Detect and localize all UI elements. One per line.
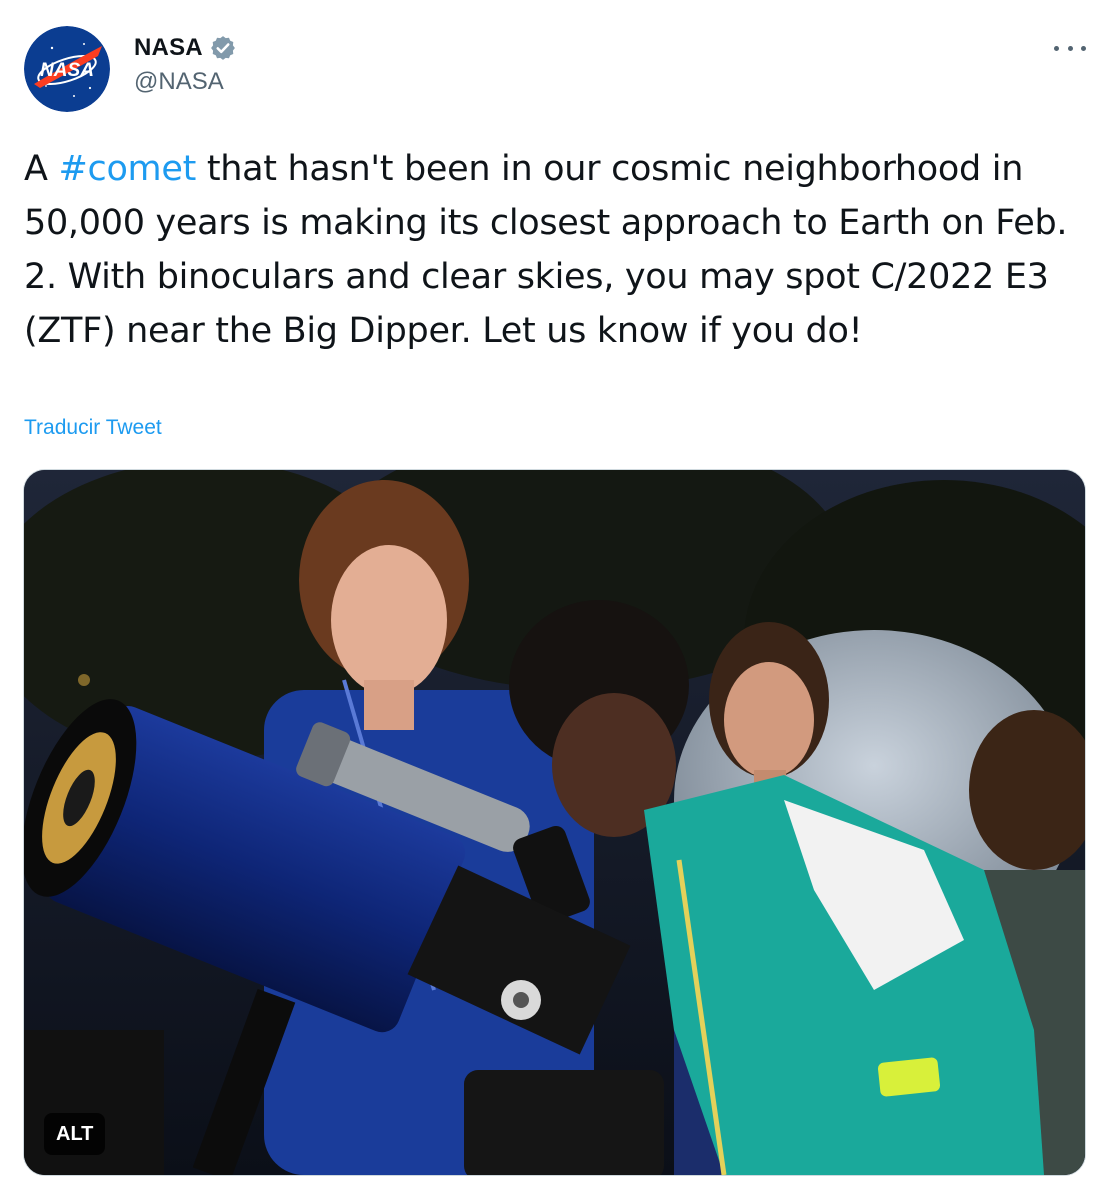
tweet-text-start: A	[24, 149, 59, 189]
verified-badge-icon	[210, 36, 235, 60]
display-name[interactable]: NASA	[134, 34, 203, 62]
nasa-logo-icon: NASA	[24, 26, 110, 112]
tweet-text: A #comet that hasn't been in our cosmic …	[24, 142, 1084, 358]
alt-text-badge[interactable]: ALT	[44, 1113, 106, 1155]
translate-tweet-link[interactable]: Traducir Tweet	[24, 416, 162, 440]
hashtag-link[interactable]: #comet	[58, 149, 196, 189]
avatar[interactable]: NASA	[24, 26, 110, 112]
user-info: NASA @NASA	[134, 32, 237, 96]
photo-telescope-scene	[24, 470, 1085, 1175]
logo-lettering: NASA	[40, 60, 94, 81]
name-row: NASA	[134, 32, 237, 64]
tweet-card: NASA NASA @NASA A #comet that hasn't bee…	[0, 0, 1116, 1200]
tweet-photo[interactable]: ALT	[23, 469, 1086, 1176]
more-options-icon[interactable]	[1054, 38, 1086, 58]
user-handle[interactable]: @NASA	[134, 68, 237, 96]
